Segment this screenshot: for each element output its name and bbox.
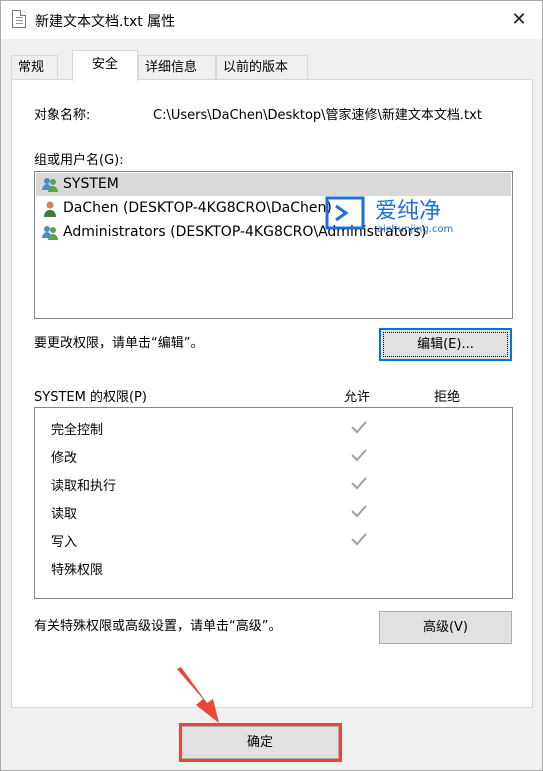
- tab-previous-versions[interactable]: 以前的版本: [216, 55, 308, 80]
- permissions-header: SYSTEM 的权限(P): [34, 390, 147, 405]
- object-name-label: 对象名称:: [34, 108, 91, 123]
- edit-button[interactable]: 编辑(E)...: [379, 328, 512, 361]
- permissions-list: 完全控制 修改 读取和执行 读取 写入 特殊权限: [34, 407, 513, 599]
- watermark-brand: 爱纯净: [375, 199, 441, 224]
- tab-general[interactable]: 常规: [11, 55, 58, 80]
- user-icon: [44, 201, 56, 217]
- check-icon: [351, 505, 367, 518]
- permission-read-execute: 读取和执行: [51, 479, 117, 494]
- permission-write: 写入: [51, 535, 78, 550]
- permission-read: 读取: [51, 507, 78, 522]
- close-button[interactable]: ✕: [496, 1, 542, 39]
- tab-security[interactable]: 安全: [72, 50, 138, 81]
- advanced-button[interactable]: 高级(V): [379, 611, 512, 644]
- user-group-icon: [42, 226, 58, 240]
- watermark-url: aichunjing.com: [377, 224, 453, 235]
- list-item-label: DaChen (DESKTOP-4KG8CRO\DaChen): [63, 200, 332, 216]
- text-file-icon: [12, 10, 26, 28]
- watermark-logo: 爱纯净 aichunjing.com: [325, 196, 453, 235]
- list-item-label: SYSTEM: [63, 176, 119, 192]
- check-icon: [351, 449, 367, 462]
- user-group-icon: [42, 178, 58, 192]
- tab-details[interactable]: 详细信息: [138, 55, 216, 80]
- object-name-value: C:\Users\DaChen\Desktop\管家速修\新建文本文档.txt: [153, 108, 482, 123]
- advanced-hint: 有关特殊权限或高级设置，请单击“高级”。: [34, 619, 282, 634]
- change-permissions-hint: 要更改权限，请单击“编辑”。: [34, 336, 204, 351]
- title-bar: 新建文本文档.txt 属性 ✕: [1, 1, 542, 39]
- check-icon: [351, 533, 367, 546]
- permission-special: 特殊权限: [51, 563, 104, 578]
- security-panel: 对象名称: C:\Users\DaChen\Desktop\管家速修\新建文本文…: [11, 79, 533, 708]
- check-icon: [351, 477, 367, 490]
- window-title: 新建文本文档.txt 属性: [35, 14, 176, 30]
- deny-column-header: 拒绝: [434, 390, 461, 405]
- allow-column-header: 允许: [344, 390, 371, 405]
- annotation-arrow-icon: [177, 667, 219, 723]
- check-icon: [351, 421, 367, 434]
- permission-full-control: 完全控制: [51, 423, 104, 438]
- properties-dialog: 新建文本文档.txt 属性 ✕ 常规 安全 详细信息 以前的版本 对象名称: C…: [0, 0, 543, 771]
- groups-label: 组或用户名(G):: [34, 153, 124, 168]
- permission-modify: 修改: [51, 451, 78, 466]
